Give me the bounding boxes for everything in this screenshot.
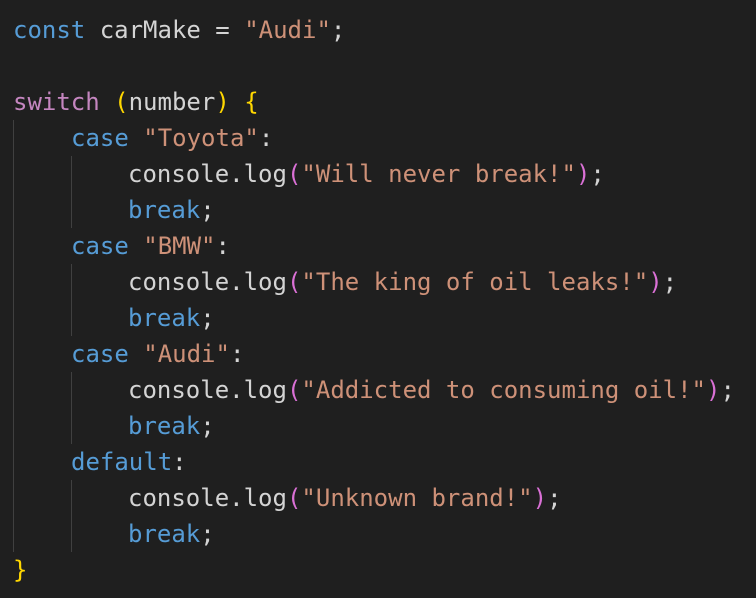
dot: .	[229, 160, 244, 188]
log-function: log	[243, 484, 287, 512]
case-keyword: case	[71, 232, 129, 260]
log-message: "Unknown brand!"	[301, 484, 533, 512]
paren-open: (	[286, 160, 302, 188]
switch-expression: number	[128, 88, 216, 116]
paren-close: )	[215, 88, 230, 116]
break-keyword: break	[128, 412, 201, 440]
dot: .	[229, 376, 244, 404]
indent-guide-level1	[13, 120, 14, 552]
indent-guide-case3	[71, 372, 72, 444]
string-literal: "Audi"	[244, 16, 331, 44]
case-keyword: case	[71, 340, 129, 368]
break-keyword: break	[128, 520, 201, 548]
variable-declaration: carMake =	[85, 16, 245, 44]
console-log-line-3: console.log("Addicted to consuming oil!"…	[128, 372, 735, 408]
case-line-2: case "BMW":	[71, 228, 230, 264]
console-object: console	[128, 268, 230, 296]
case-line-1: case "Toyota":	[71, 120, 273, 156]
log-message: "The king of oil leaks!"	[301, 268, 649, 296]
indent-guide-default	[71, 480, 72, 552]
break-keyword: break	[128, 304, 201, 332]
paren-open: (	[286, 376, 302, 404]
case-colon: :	[229, 340, 245, 368]
paren-open: (	[286, 484, 302, 512]
semicolon: ;	[200, 304, 215, 332]
break-line-1: break;	[128, 192, 215, 228]
paren-close: )	[532, 484, 548, 512]
semicolon: ;	[720, 376, 735, 404]
semicolon: ;	[590, 160, 605, 188]
code-line-switch: switch (number) {	[13, 84, 259, 120]
paren-open: (	[114, 88, 129, 116]
log-function: log	[243, 160, 287, 188]
console-log-line-default: console.log("Unknown brand!");	[128, 480, 562, 516]
case-keyword: case	[71, 124, 129, 152]
console-object: console	[128, 160, 230, 188]
log-message: "Addicted to consuming oil!"	[301, 376, 706, 404]
indent-guide-case2	[71, 264, 72, 336]
semicolon: ;	[662, 268, 678, 296]
semicolon: ;	[547, 484, 562, 512]
default-keyword: default	[71, 448, 173, 476]
case-line-3: case "Audi":	[71, 336, 244, 372]
log-function: log	[243, 376, 287, 404]
dot: .	[229, 484, 244, 512]
switch-keyword: switch	[13, 88, 100, 116]
semicolon: ;	[200, 412, 215, 440]
paren-close: )	[648, 268, 663, 296]
default-line: default:	[71, 444, 187, 480]
case-label: "BMW"	[143, 232, 216, 260]
console-object: console	[128, 484, 230, 512]
case-colon: :	[215, 232, 230, 260]
default-colon: :	[172, 448, 187, 476]
semicolon: ;	[330, 16, 346, 44]
code-line-1: const carMake = "Audi";	[13, 12, 345, 48]
dot: .	[229, 268, 244, 296]
console-log-line-2: console.log("The king of oil leaks!");	[128, 264, 677, 300]
console-log-line-1: console.log("Will never break!");	[128, 156, 605, 192]
semicolon: ;	[200, 520, 215, 548]
case-label: "Audi"	[143, 340, 230, 368]
code-line-closing: }	[13, 552, 27, 588]
log-function: log	[243, 268, 287, 296]
break-line-3: break;	[128, 408, 215, 444]
paren-close: )	[706, 376, 721, 404]
paren-close: )	[575, 160, 591, 188]
brace-close: }	[13, 556, 28, 584]
case-label: "Toyota"	[143, 124, 259, 152]
log-message: "Will never break!"	[301, 160, 576, 188]
indent-guide-case1	[71, 156, 72, 228]
semicolon: ;	[200, 196, 215, 224]
console-object: console	[128, 376, 230, 404]
case-colon: :	[258, 124, 274, 152]
break-line-default: break;	[128, 516, 215, 552]
const-keyword: const	[13, 16, 86, 44]
break-line-2: break;	[128, 300, 215, 336]
code-editor[interactable]: const carMake = "Audi"; switch (number) …	[0, 0, 756, 598]
break-keyword: break	[128, 196, 201, 224]
brace-open: {	[244, 88, 259, 116]
paren-open: (	[286, 268, 302, 296]
